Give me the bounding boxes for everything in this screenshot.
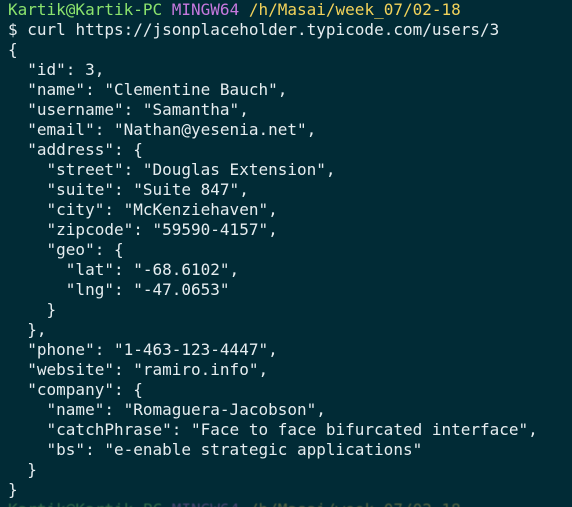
output-line: } bbox=[8, 460, 37, 479]
output-line: } bbox=[8, 300, 57, 319]
output-line: "city": "McKenziehaven", bbox=[8, 200, 278, 219]
prompt-shell: MINGW64 bbox=[171, 0, 240, 19]
output-line: "name": "Romaguera-Jacobson", bbox=[8, 400, 326, 419]
command-text: curl https://jsonplaceholder.typicode.co… bbox=[27, 20, 500, 39]
output-line: "zipcode": "59590-4157", bbox=[8, 220, 278, 239]
output-line: "bs": "e-enable strategic applications" bbox=[8, 440, 423, 459]
output-line: "street": "Douglas Extension", bbox=[8, 160, 336, 179]
output-line: "email": "Nathan@yesenia.net", bbox=[8, 120, 317, 139]
output-line: "name": "Clementine Bauch", bbox=[8, 80, 288, 99]
output-line: "phone": "1-463-123-4447", bbox=[8, 340, 278, 359]
prompt-path: /h/Masai/week_07/02-18 bbox=[249, 500, 461, 507]
output-line: "lat": "-68.6102", bbox=[8, 260, 240, 279]
output-line: "catchPhrase": "Face to face bifurcated … bbox=[8, 420, 538, 439]
output-line: { bbox=[8, 40, 18, 59]
prompt-user-host: Kartik@Kartik-PC bbox=[8, 500, 162, 507]
output-line: "website": "ramiro.info", bbox=[8, 360, 269, 379]
terminal-window[interactable]: Kartik@Kartik-PC MINGW64 /h/Masai/week_0… bbox=[8, 0, 572, 507]
output-line: }, bbox=[8, 320, 47, 339]
output-line: "lng": "-47.0653" bbox=[8, 280, 230, 299]
output-line: "company": { bbox=[8, 380, 143, 399]
command-line[interactable]: $ curl https://jsonplaceholder.typicode.… bbox=[8, 20, 572, 40]
prompt-line: Kartik@Kartik-PC MINGW64 /h/Masai/week_0… bbox=[8, 0, 572, 20]
output-line: "username": "Samantha", bbox=[8, 100, 249, 119]
output-line: } bbox=[8, 480, 18, 499]
output-line: "id": 3, bbox=[8, 60, 105, 79]
next-prompt-line-cut: Kartik@Kartik-PC MINGW64 /h/Masai/week_0… bbox=[8, 500, 461, 507]
prompt-shell: MINGW64 bbox=[172, 500, 239, 507]
prompt-path: /h/Masai/week_07/02-18 bbox=[248, 0, 461, 19]
output-line: "suite": "Suite 847", bbox=[8, 180, 249, 199]
output-line: "address": { bbox=[8, 140, 143, 159]
prompt-user-host: Kartik@Kartik-PC bbox=[8, 0, 163, 19]
prompt-dollar: $ bbox=[8, 20, 18, 39]
output-line: "geo": { bbox=[8, 240, 124, 259]
